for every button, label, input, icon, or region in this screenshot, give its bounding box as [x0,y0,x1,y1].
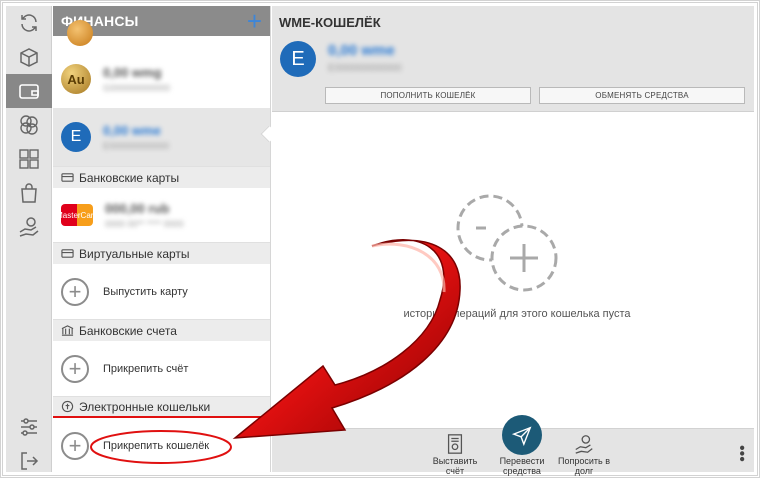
virtual-card-icon [61,249,74,258]
euro-coin-icon: E [280,41,316,77]
logout-icon[interactable] [6,444,52,478]
page-title: WME-КОШЕЛЁК [279,15,381,30]
hand-coin-icon[interactable] [6,210,52,244]
transfer-funds-label: Перевести средства [499,456,545,476]
hand-money-icon [575,435,593,454]
borrow-request-label: Попросить в долг [558,456,610,476]
wallet-item-wmg[interactable]: Au 0,00 wmg G000000000000 [53,50,270,108]
wallet-amount: 0,00 wme [103,123,161,138]
wallet-icon[interactable] [6,74,52,108]
bottom-toolbar: Выставить счёт Перевести средства Попрос… [272,415,754,476]
section-virtual-cards: Виртуальные карты [53,242,270,264]
card-icon [61,173,74,182]
plus-icon: + [61,354,89,383]
add-icon[interactable]: + [247,8,262,34]
wallet-number: G000000000000 [103,83,171,93]
phone-card-icon[interactable] [6,142,52,176]
coins-icon[interactable] [6,108,52,142]
attach-wallet-label: Прикрепить кошелёк [103,439,210,452]
plus-icon: + [61,431,89,460]
section-label: Банковские счета [79,323,177,338]
icon-rail [6,6,52,472]
wallet-number: E000000000000 [328,63,402,74]
refresh-icon[interactable] [6,6,52,40]
wallet-detail-header: WME-КОШЕЛЁК E 0,00 wme E000000000000 ПОП… [272,6,754,112]
euro-coin-icon: E [61,122,91,152]
wallet-balance: 0,00 wme [328,42,395,59]
finance-list: ФИНАНСЫ + Au 0,00 wmg G000000000000 E 0,… [53,6,271,472]
attach-account-button[interactable]: + Прикрепить счёт [53,341,270,396]
section-label: Электронные кошельки [79,399,211,414]
invoice-button[interactable]: Выставить счёт [430,433,480,477]
transfer-funds-button[interactable]: Перевести средства [496,415,548,477]
coin-icon [67,20,93,46]
card-amount: 000,00 rub [105,201,170,216]
wallet-amount: 0,00 wmg [103,65,162,80]
section-label: Банковские карты [79,170,180,185]
empty-history-text: история операций для этого кошелька пуст… [403,308,631,320]
wallet-number: E000000000000 [103,141,170,151]
bank-card-item[interactable]: MasterCard 000,00 rub 0000 00** **** 000… [53,188,270,242]
exchange-funds-button[interactable]: ОБМЕНЯТЬ СРЕДСТВА [539,87,745,104]
issue-card-button[interactable]: + Выпустить карту [53,264,270,319]
attach-account-label: Прикрепить счёт [103,362,189,375]
e-wallet-icon [61,400,74,413]
list-item[interactable] [53,20,270,50]
mastercard-logo-icon: MasterCard [56,204,98,226]
settings-sliders-icon[interactable] [6,410,52,444]
gold-coin-icon: Au [61,64,91,94]
section-e-wallets: Электронные кошельки [53,396,270,418]
top-up-wallet-button[interactable]: ПОПОЛНИТЬ КОШЕЛЁК [325,87,531,104]
borrow-request-button[interactable]: Попросить в долг [554,433,614,477]
plus-icon: + [61,277,89,306]
more-menu-icon[interactable]: ••• [733,445,750,462]
invoice-icon [447,434,463,454]
card-number: 0000 00** **** 0000 [105,219,184,229]
attach-wallet-button[interactable]: + Прикрепить кошелёк [53,418,270,472]
bank-icon [61,325,74,336]
section-bank-cards: Банковские карты [53,166,270,188]
invoice-label: Выставить счёт [432,456,478,476]
box-icon[interactable] [6,40,52,74]
wallet-item-wme[interactable]: E 0,00 wme E000000000000 [53,108,270,166]
wallet-detail-panel: WME-КОШЕЛЁК E 0,00 wme E000000000000 ПОП… [272,6,754,476]
empty-history-icon [456,194,558,292]
shopping-bag-icon[interactable] [6,176,52,210]
issue-card-label: Выпустить карту [103,285,188,298]
send-icon [502,415,542,455]
section-label: Виртуальные карты [79,246,190,261]
section-bank-accounts: Банковские счета [53,319,270,341]
